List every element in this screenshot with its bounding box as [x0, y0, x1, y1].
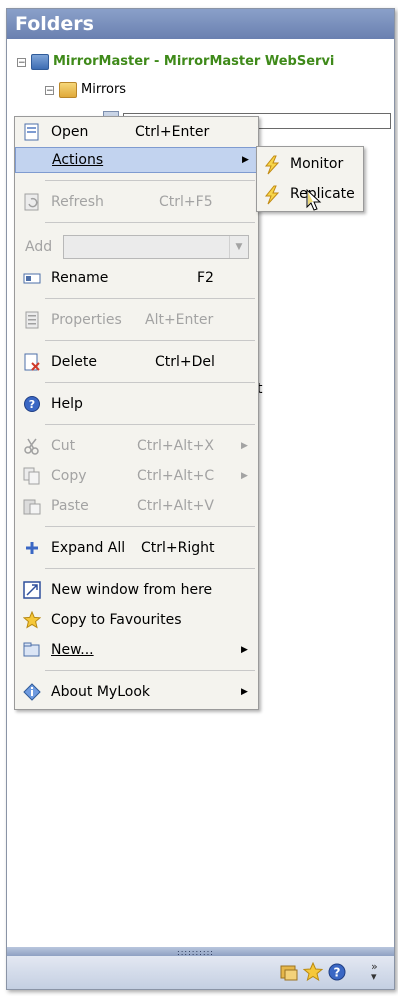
help-icon[interactable]: ?	[327, 962, 347, 982]
menu-item-label: Copy to Favourites	[51, 612, 182, 628]
refresh-icon	[24, 193, 39, 211]
menu-item-label: New window from here	[51, 582, 213, 598]
new-folder-icon	[23, 642, 40, 657]
context-menu: Open Ctrl+Enter Actions ▶ Refresh Ctrl+F…	[14, 116, 259, 710]
favourites-star-icon[interactable]	[303, 962, 323, 982]
paste-icon	[23, 499, 41, 515]
menu-item-shortcut: Ctrl+Alt+C	[137, 468, 215, 484]
menu-item-shortcut: F2	[197, 270, 214, 286]
svg-text:?: ?	[334, 966, 341, 980]
menu-separator	[45, 568, 255, 569]
menu-item-label: Paste	[51, 498, 89, 514]
menu-item-cut[interactable]: Cut Ctrl+Alt+X ▶	[15, 433, 258, 459]
menu-separator	[45, 340, 255, 341]
menu-item-label: Delete	[51, 354, 97, 370]
add-label: Add	[25, 239, 53, 255]
lightning-icon	[264, 155, 280, 175]
menu-item-shortcut: Ctrl+F5	[159, 194, 213, 210]
menu-item-shortcut: Ctrl+Enter	[135, 124, 210, 140]
server-icon	[31, 54, 49, 70]
footer-toolbar: ? » ▾	[7, 956, 394, 989]
about-diamond-icon	[23, 683, 41, 701]
menu-separator	[45, 382, 255, 383]
tree-node-root-label: MirrorMaster - MirrorMaster WebServi	[53, 54, 335, 69]
menu-item-label: Rename	[51, 270, 109, 286]
menu-item-label: Open	[51, 124, 89, 140]
menu-item-about[interactable]: About MyLook ▶	[15, 679, 258, 705]
scissors-icon	[24, 438, 39, 455]
menu-item-label: New...	[51, 642, 94, 658]
menu-item-shortcut: Ctrl+Alt+V	[137, 498, 214, 514]
open-icon	[24, 123, 39, 141]
menu-item-refresh[interactable]: Refresh Ctrl+F5	[15, 189, 258, 215]
tree-node-root[interactable]: − MirrorMaster - MirrorMaster WebServi	[17, 53, 334, 71]
menu-item-label: Refresh	[51, 194, 104, 210]
menu-separator	[45, 424, 255, 425]
star-icon	[23, 611, 41, 629]
menu-item-label: Expand All	[51, 540, 126, 556]
mirrors-folder-icon	[59, 82, 77, 98]
menu-item-expand-all[interactable]: Expand All Ctrl+Right	[15, 535, 258, 561]
menu-item-label: About MyLook	[51, 684, 150, 700]
menu-separator	[45, 298, 255, 299]
copy-icon	[23, 467, 40, 485]
panel-footer: :::::::::: ? » ▾	[7, 947, 394, 989]
submenu-arrow-icon: ▶	[241, 471, 248, 481]
collapse-icon[interactable]: −	[17, 57, 26, 67]
menu-item-copy-to-favourites[interactable]: Copy to Favourites	[15, 607, 258, 633]
menu-item-new[interactable]: New... ▶	[15, 637, 258, 663]
menu-separator	[45, 526, 255, 527]
menu-item-add: Add ▼	[15, 231, 258, 263]
mouse-cursor-icon	[306, 189, 322, 211]
menu-item-shortcut: Alt+Enter	[145, 312, 214, 328]
menu-item-copy[interactable]: Copy Ctrl+Alt+C ▶	[15, 463, 258, 489]
menu-item-open[interactable]: Open Ctrl+Enter	[15, 119, 258, 145]
menu-separator	[45, 180, 255, 181]
submenu-arrow-icon: ▶	[241, 645, 248, 655]
help-icon: ?	[24, 396, 40, 412]
submenu-arrow-icon: ▶	[241, 687, 248, 697]
menu-item-label: Help	[51, 396, 83, 412]
svg-text:?: ?	[29, 398, 35, 411]
expand-plus-icon	[26, 542, 38, 554]
panel-title: Folders	[7, 9, 394, 39]
menu-item-label: Properties	[51, 312, 122, 328]
tree-node-mirrors[interactable]: − Mirrors	[45, 81, 126, 99]
menu-item-help[interactable]: ? Help	[15, 391, 258, 417]
menu-item-shortcut: Ctrl+Alt+X	[137, 438, 214, 454]
tree-node-mirrors-label: Mirrors	[81, 82, 127, 97]
add-combobox[interactable]: ▼	[63, 235, 249, 259]
menu-separator	[45, 222, 255, 223]
properties-icon	[25, 311, 39, 329]
menu-item-paste[interactable]: Paste Ctrl+Alt+V	[15, 493, 258, 519]
delete-icon	[24, 353, 40, 371]
submenu-arrow-icon: ▶	[242, 155, 249, 165]
menu-item-label: Cut	[51, 438, 76, 454]
menu-item-actions[interactable]: Actions ▶	[15, 147, 258, 173]
menu-item-shortcut: Ctrl+Right	[141, 540, 215, 556]
menu-item-properties[interactable]: Properties Alt+Enter	[15, 307, 258, 333]
menu-item-delete[interactable]: Delete Ctrl+Del	[15, 349, 258, 375]
chevron-more-icon[interactable]: » ▾	[371, 961, 378, 982]
folders-icon[interactable]	[279, 962, 299, 982]
splitter-grip[interactable]: ::::::::::	[7, 947, 394, 957]
menu-item-shortcut: Ctrl+Del	[155, 354, 215, 370]
menu-item-label: Actions	[52, 152, 104, 168]
menu-item-label: Copy	[51, 468, 87, 484]
submenu-item-monitor[interactable]: Monitor	[257, 150, 363, 178]
collapse-icon[interactable]: −	[45, 85, 54, 95]
rename-icon	[23, 273, 41, 284]
menu-item-new-window[interactable]: New window from here	[15, 577, 258, 603]
submenu-item-label: Monitor	[290, 156, 344, 172]
new-window-icon	[23, 581, 41, 599]
chevron-down-icon[interactable]: ▼	[229, 236, 248, 258]
lightning-icon	[264, 185, 280, 205]
menu-item-rename[interactable]: Rename F2	[15, 265, 258, 291]
submenu-arrow-icon: ▶	[241, 441, 248, 451]
menu-separator	[45, 670, 255, 671]
